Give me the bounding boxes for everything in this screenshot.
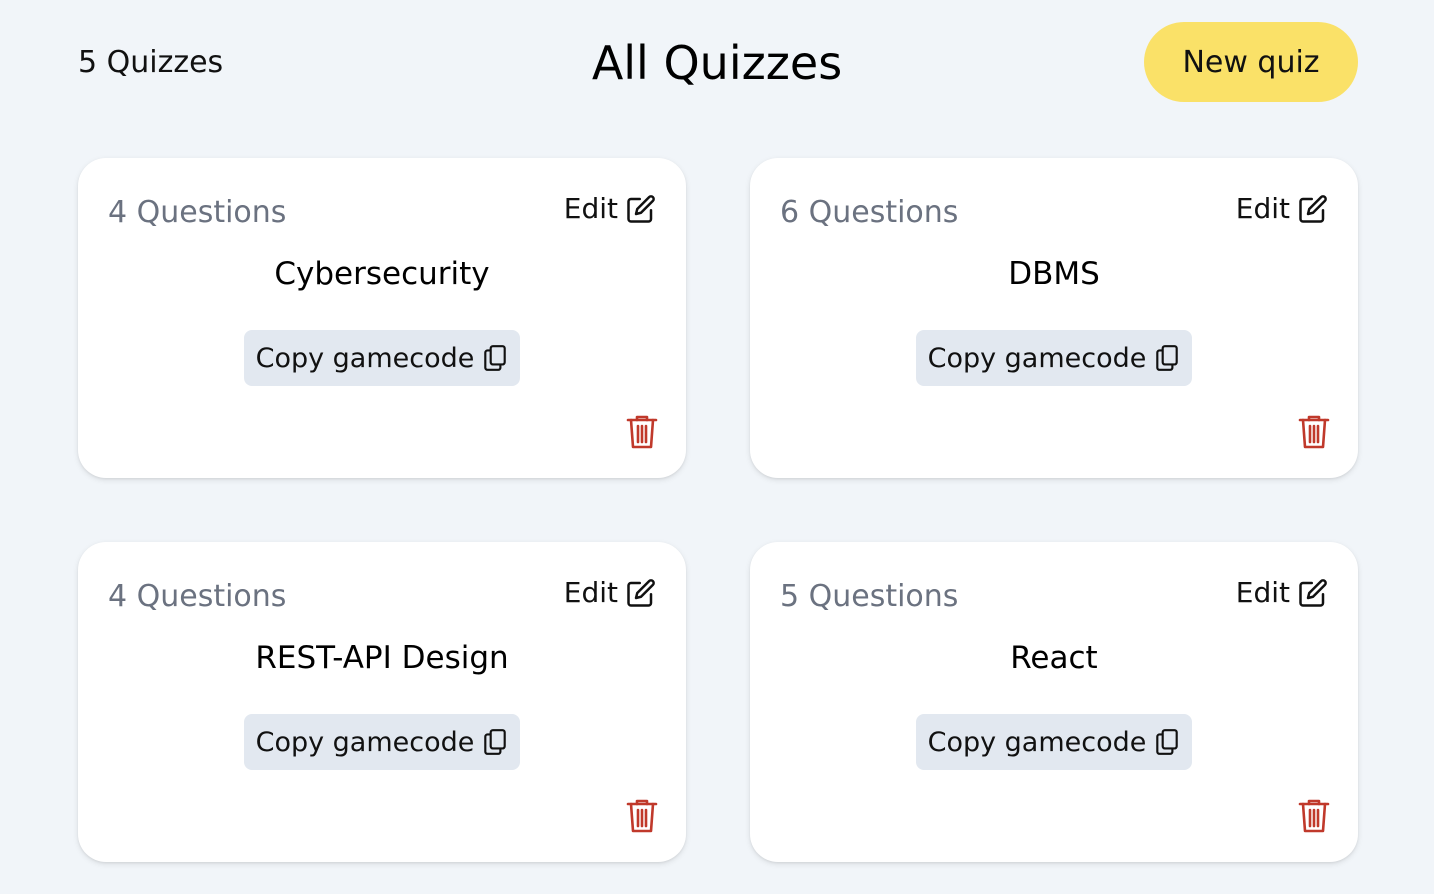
copy-gamecode-button[interactable]: Copy gamecode [244, 330, 520, 386]
copy-icon [1154, 728, 1180, 756]
quiz-card: 4 Questions Edit REST-API Design Copy ga… [78, 542, 686, 862]
copy-gamecode-button[interactable]: Copy gamecode [916, 330, 1192, 386]
delete-button[interactable] [626, 414, 658, 450]
delete-button[interactable] [626, 798, 658, 834]
quiz-card: 6 Questions Edit DBMS Copy gamecode [750, 158, 1358, 478]
new-quiz-button[interactable]: New quiz [1144, 22, 1358, 102]
page-header: 5 Quizzes All Quizzes New quiz [0, 0, 1434, 130]
copy-gamecode-label: Copy gamecode [927, 726, 1147, 758]
copy-gamecode-button[interactable]: Copy gamecode [244, 714, 520, 770]
delete-button[interactable] [1298, 414, 1330, 450]
trash-icon [1298, 414, 1330, 450]
question-count: 4 Questions [108, 579, 287, 614]
copy-icon [482, 344, 508, 372]
edit-icon [626, 578, 656, 608]
copy-gamecode-button[interactable]: Copy gamecode [916, 714, 1192, 770]
edit-button[interactable]: Edit [1236, 576, 1328, 610]
question-count: 5 Questions [780, 579, 959, 614]
copy-gamecode-label: Copy gamecode [255, 726, 475, 758]
quiz-title: REST-API Design [255, 640, 509, 676]
edit-button[interactable]: Edit [564, 192, 656, 226]
edit-button[interactable]: Edit [564, 576, 656, 610]
edit-button[interactable]: Edit [1236, 192, 1328, 226]
trash-icon [1298, 798, 1330, 834]
edit-label: Edit [1235, 192, 1290, 225]
edit-icon [1298, 194, 1328, 224]
question-count: 6 Questions [780, 195, 959, 230]
quiz-card: 4 Questions Edit Cybersecurity Copy game… [78, 158, 686, 478]
trash-icon [626, 414, 658, 450]
question-count: 4 Questions [108, 195, 287, 230]
edit-label: Edit [563, 192, 618, 225]
quiz-grid: 4 Questions Edit Cybersecurity Copy game… [78, 158, 1358, 862]
copy-icon [1154, 344, 1180, 372]
quiz-title: React [1010, 640, 1098, 676]
edit-icon [1298, 578, 1328, 608]
copy-icon [482, 728, 508, 756]
quiz-card: 5 Questions Edit React Copy gamecode [750, 542, 1358, 862]
trash-icon [626, 798, 658, 834]
quiz-title: Cybersecurity [274, 256, 490, 292]
edit-label: Edit [563, 576, 618, 609]
edit-icon [626, 194, 656, 224]
copy-gamecode-label: Copy gamecode [255, 342, 475, 374]
delete-button[interactable] [1298, 798, 1330, 834]
edit-label: Edit [1235, 576, 1290, 609]
quiz-title: DBMS [1008, 256, 1100, 292]
copy-gamecode-label: Copy gamecode [927, 342, 1147, 374]
